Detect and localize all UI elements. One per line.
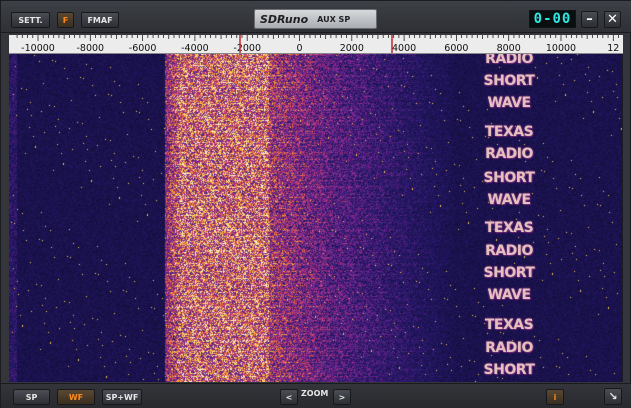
panel-name: AUX SP — [317, 14, 351, 24]
title-box: SDRuno AUX SP — [254, 9, 377, 29]
digital-readout: 0-00 — [529, 10, 576, 28]
scale-tick-label: -6000 — [129, 43, 157, 54]
waterfall-text-line: SHORT — [483, 73, 535, 89]
sdruno-aux-sp-window: SETT. F FMAF SDRuno AUX SP 0-00 – ✕ -100… — [0, 0, 631, 408]
scale-tick-label: 8000 — [497, 43, 521, 54]
scale-tick-label: -10000 — [21, 43, 55, 54]
scale-tick-label: 4000 — [392, 43, 416, 54]
settings-button[interactable]: SETT. — [11, 12, 50, 28]
zoom-in-button[interactable]: > — [333, 389, 351, 405]
scale-tick-label: 0 — [296, 43, 302, 54]
wf-button[interactable]: WF — [57, 389, 95, 405]
sp-wf-button[interactable]: SP+WF — [102, 389, 142, 405]
sp-button[interactable]: SP — [13, 389, 50, 405]
waterfall-text-line: WAVE — [487, 95, 531, 111]
zoom-label: ZOOM — [301, 389, 329, 398]
app-logo: SDRuno — [260, 12, 309, 26]
close-button[interactable]: ✕ — [604, 11, 621, 28]
waterfall-text-line: SHORT — [483, 362, 535, 378]
scale-tick-label: 12 — [607, 43, 619, 54]
scale-tick-label: 6000 — [444, 43, 468, 54]
resize-button[interactable]: ↘ — [604, 388, 622, 405]
minimize-button[interactable]: – — [581, 11, 598, 28]
scale-tick-label: 2000 — [340, 43, 364, 54]
waterfall-text-line: TEXAS — [484, 220, 534, 236]
waterfall-text-line: TEXAS — [484, 124, 534, 140]
close-icon: ✕ — [607, 12, 618, 27]
frequency-scale[interactable]: -10000 -8000 -6000 -4000 -2000 0 2000 4000 6000 8… — [9, 35, 623, 54]
title-bar: SETT. F FMAF SDRuno AUX SP 0-00 – ✕ — [1, 1, 631, 33]
scale-tick-label: 10000 — [546, 43, 576, 54]
frequency-scale-svg: -10000 -8000 -6000 -4000 -2000 0 2000 4000 6000 8… — [16, 35, 619, 54]
scale-tick-label: -4000 — [181, 43, 209, 54]
waterfall-text-line: TEXAS — [484, 317, 534, 333]
waterfall-text-line: RADIO — [485, 54, 533, 67]
scale-tick-label: -2000 — [233, 43, 261, 54]
info-button[interactable]: i — [546, 389, 564, 405]
waterfall-text-line: WAVE — [487, 287, 531, 303]
chevron-right-icon: > — [338, 392, 346, 402]
waterfall-text-line: RADIO — [485, 243, 533, 259]
waterfall-text-line: SHORT — [483, 170, 535, 186]
scale-tick-label: -8000 — [76, 43, 104, 54]
waterfall-display[interactable]: RADIO SHORT WAVE TEXAS RADIO SHORT WAVE TEXAS RA… — [9, 54, 623, 382]
chevron-left-icon: < — [285, 392, 293, 402]
resize-icon: ↘ — [608, 390, 618, 403]
waterfall-text-line: WAVE — [487, 192, 531, 208]
fmaf-button[interactable]: FMAF — [81, 12, 119, 28]
f-button[interactable]: F — [57, 12, 74, 28]
waterfall-text-line: RADIO — [485, 146, 533, 162]
waterfall-text-line: SHORT — [483, 265, 535, 281]
waterfall-text-line: RADIO — [485, 340, 533, 356]
zoom-out-button[interactable]: < — [280, 389, 298, 405]
minimize-icon: – — [586, 12, 593, 27]
